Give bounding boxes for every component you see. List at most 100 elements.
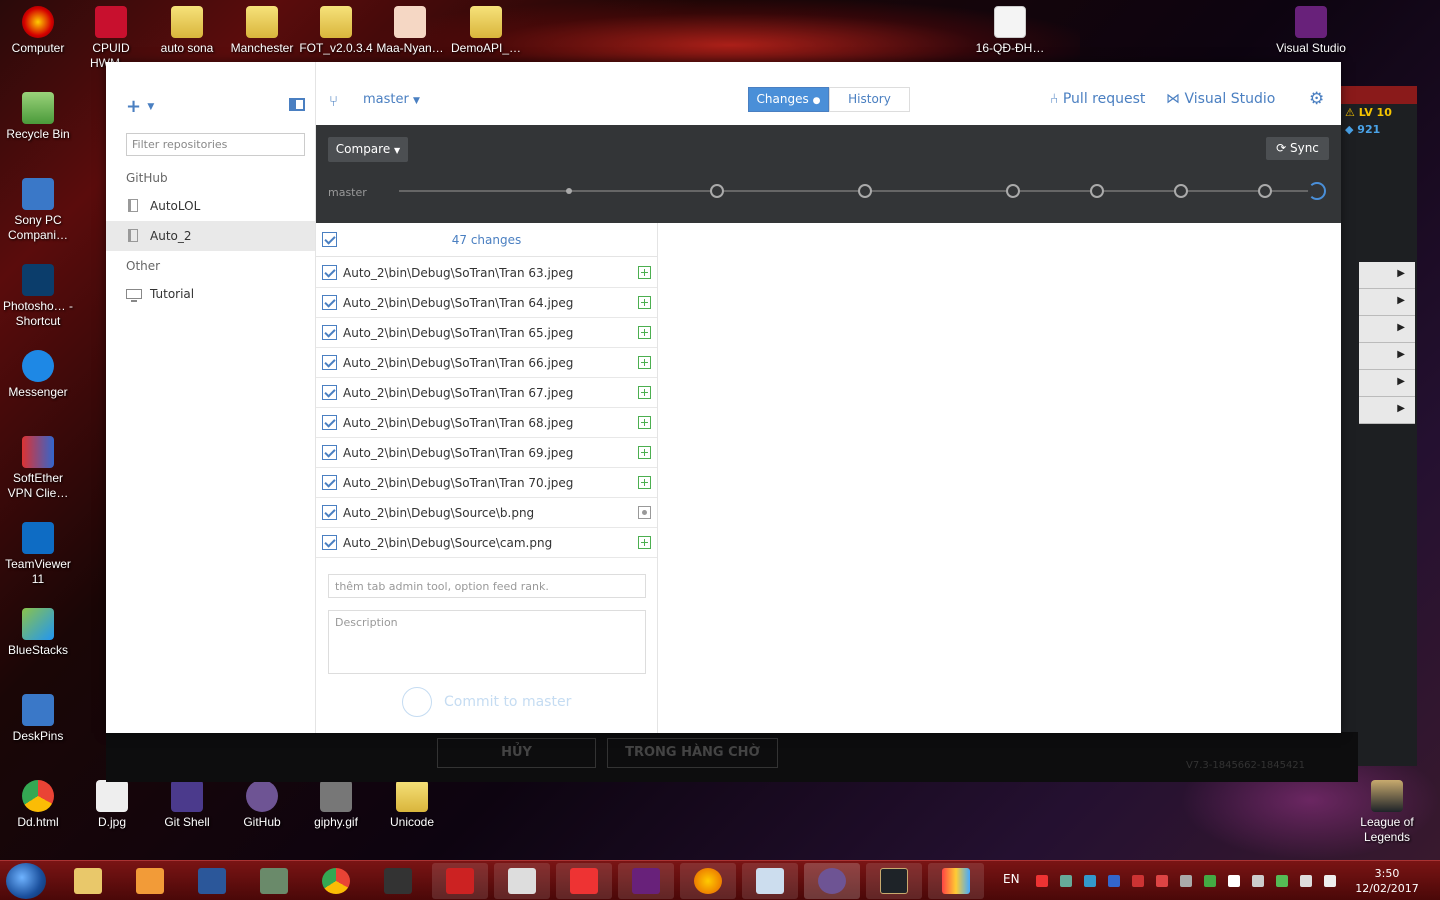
language-indicator[interactable]: EN (1003, 872, 1020, 886)
taskbar-app-3[interactable] (928, 863, 984, 899)
desktop-icon-computer[interactable]: Computer (0, 6, 76, 56)
desktop-icon-git-shell[interactable]: Git Shell (149, 780, 225, 830)
desktop-icon-teamviewer[interactable]: TeamViewer 11 (0, 522, 76, 587)
sidebar-item-autolol[interactable]: AutoLOL (106, 191, 315, 221)
file-row[interactable]: Auto_2\bin\Debug\Source\cam.png (316, 528, 657, 558)
file-checkbox[interactable] (322, 355, 337, 370)
branch-selector[interactable]: master ▼ (363, 92, 420, 107)
desktop-icon-manchester[interactable]: Manchester (224, 6, 300, 56)
tray-icon[interactable] (1084, 875, 1096, 887)
file-row[interactable]: Auto_2\bin\Debug\SoTran\Tran 68.jpeg (316, 408, 657, 438)
file-row[interactable]: Auto_2\bin\Debug\SoTran\Tran 70.jpeg (316, 468, 657, 498)
timeline-commit-node[interactable] (1090, 184, 1104, 198)
open-in-visual-studio-button[interactable]: ⋈ Visual Studio (1166, 91, 1275, 107)
toggle-sidebar-icon[interactable] (289, 98, 305, 111)
file-checkbox[interactable] (322, 265, 337, 280)
desktop-icon-softether[interactable]: SoftEther VPN Clie… (0, 436, 76, 501)
taskbar-app-2[interactable] (556, 863, 612, 899)
timeline-commit-node[interactable] (1258, 184, 1272, 198)
desktop-icon-demoapi[interactable]: DemoAPI_… (448, 6, 524, 56)
desktop-icon-maa-nyan[interactable]: Maa-Nyan… (372, 6, 448, 56)
desktop-icon-recycle-bin[interactable]: Recycle Bin (0, 92, 76, 142)
tray-icon[interactable] (1204, 875, 1216, 887)
desktop-icon-messenger[interactable]: Messenger (0, 350, 76, 400)
taskbar-visual-studio[interactable] (618, 863, 674, 899)
timeline-commit-node[interactable] (1006, 184, 1020, 198)
taskbar-league-of-legends[interactable] (866, 863, 922, 899)
volume-icon[interactable] (1252, 875, 1264, 887)
timeline-commit-node[interactable] (710, 184, 724, 198)
desktop-icon-unicode[interactable]: Unicode (374, 780, 450, 830)
cancel-queue-button[interactable]: HỦY (437, 738, 596, 768)
speaker-icon[interactable] (1324, 875, 1336, 887)
file-row[interactable]: Auto_2\bin\Debug\SoTran\Tran 69.jpeg (316, 438, 657, 468)
pull-request-button[interactable]: ⑃ Pull request (1050, 91, 1145, 107)
file-checkbox[interactable] (322, 535, 337, 550)
desktop-icon-d-jpg[interactable]: D.jpg (74, 780, 150, 830)
tray-icon[interactable] (1228, 875, 1240, 887)
desktop-icon-auto-sona[interactable]: auto sona (149, 6, 225, 56)
taskbar-chrome[interactable] (308, 863, 364, 899)
add-repository-button[interactable]: + ▼ (126, 96, 154, 117)
compare-button[interactable]: Compare ▼ (328, 137, 408, 162)
desktop-icon-deskpins[interactable]: DeskPins (0, 694, 76, 744)
desktop-icon-github[interactable]: GitHub (224, 780, 300, 830)
tray-icon[interactable] (1060, 875, 1072, 887)
file-checkbox[interactable] (322, 415, 337, 430)
network-signal-icon[interactable] (1300, 875, 1312, 887)
commit-button[interactable]: Commit to master (402, 687, 571, 717)
background-menu-row[interactable] (1359, 289, 1415, 316)
file-row[interactable]: Auto_2\bin\Debug\SoTran\Tran 67.jpeg (316, 378, 657, 408)
desktop-icon-fot[interactable]: FOT_v2.0.3.4 (298, 6, 374, 56)
background-menu-row[interactable] (1359, 343, 1415, 370)
taskbar-word[interactable] (184, 863, 240, 899)
background-menu-row[interactable] (1359, 397, 1415, 424)
tray-icon[interactable] (1132, 875, 1144, 887)
sync-button[interactable]: ⟳ Sync (1266, 137, 1329, 160)
background-menu-row[interactable] (1359, 370, 1415, 397)
tray-icon[interactable] (1180, 875, 1192, 887)
tray-icon[interactable] (1276, 875, 1288, 887)
taskbar-network[interactable] (246, 863, 302, 899)
sidebar-item-auto-2[interactable]: Auto_2 (106, 221, 315, 251)
filter-repositories-input[interactable] (126, 133, 305, 156)
sidebar-item-tutorial[interactable]: Tutorial (106, 279, 315, 309)
desktop-icon-visual-studio[interactable]: Visual Studio (1273, 6, 1349, 56)
file-row[interactable]: Auto_2\bin\Debug\SoTran\Tran 64.jpeg (316, 288, 657, 318)
file-checkbox[interactable] (322, 385, 337, 400)
desktop-icon-sony[interactable]: Sony PC Compani… (0, 178, 76, 243)
file-checkbox[interactable] (322, 505, 337, 520)
taskbar-explorer[interactable] (60, 863, 116, 899)
file-row[interactable]: Auto_2\bin\Debug\SoTran\Tran 63.jpeg (316, 258, 657, 288)
taskbar-firefox[interactable] (680, 863, 736, 899)
desktop-icon-document[interactable]: 16-QĐ-ĐH… (972, 6, 1048, 56)
tab-changes[interactable]: Changes ● (748, 87, 829, 112)
gear-icon[interactable]: ⚙ (1309, 89, 1324, 109)
tray-icon[interactable] (1108, 875, 1120, 887)
taskbar-app-1[interactable] (432, 863, 488, 899)
tray-icon[interactable] (1156, 875, 1168, 887)
taskbar-media-player[interactable] (122, 863, 178, 899)
file-row[interactable]: Auto_2\bin\Debug\Source\b.png (316, 498, 657, 528)
clock[interactable]: 3:50 12/02/2017 (1352, 866, 1422, 896)
background-menu-row[interactable] (1359, 316, 1415, 343)
file-checkbox[interactable] (322, 475, 337, 490)
timeline-commit-node[interactable] (1174, 184, 1188, 198)
timeline-commit-node[interactable] (858, 184, 872, 198)
tab-history[interactable]: History (829, 87, 910, 112)
desktop-icon-giphy[interactable]: giphy.gif (298, 780, 374, 830)
background-menu-row[interactable] (1359, 262, 1415, 289)
queue-status-button[interactable]: TRONG HÀNG CHỜ (607, 738, 778, 768)
start-button[interactable] (6, 863, 46, 899)
tray-icon[interactable] (1036, 875, 1048, 887)
file-checkbox[interactable] (322, 445, 337, 460)
commit-description-input[interactable] (328, 610, 646, 674)
desktop-icon-photoshop[interactable]: Photosho… - Shortcut (0, 264, 76, 329)
commit-summary-input[interactable] (328, 574, 646, 598)
desktop-icon-dd-html[interactable]: Dd.html (0, 780, 76, 830)
taskbar-paint[interactable] (742, 863, 798, 899)
taskbar-github[interactable] (804, 863, 860, 899)
file-checkbox[interactable] (322, 295, 337, 310)
file-checkbox[interactable] (322, 325, 337, 340)
desktop-icon-bluestacks[interactable]: BlueStacks (0, 608, 76, 658)
